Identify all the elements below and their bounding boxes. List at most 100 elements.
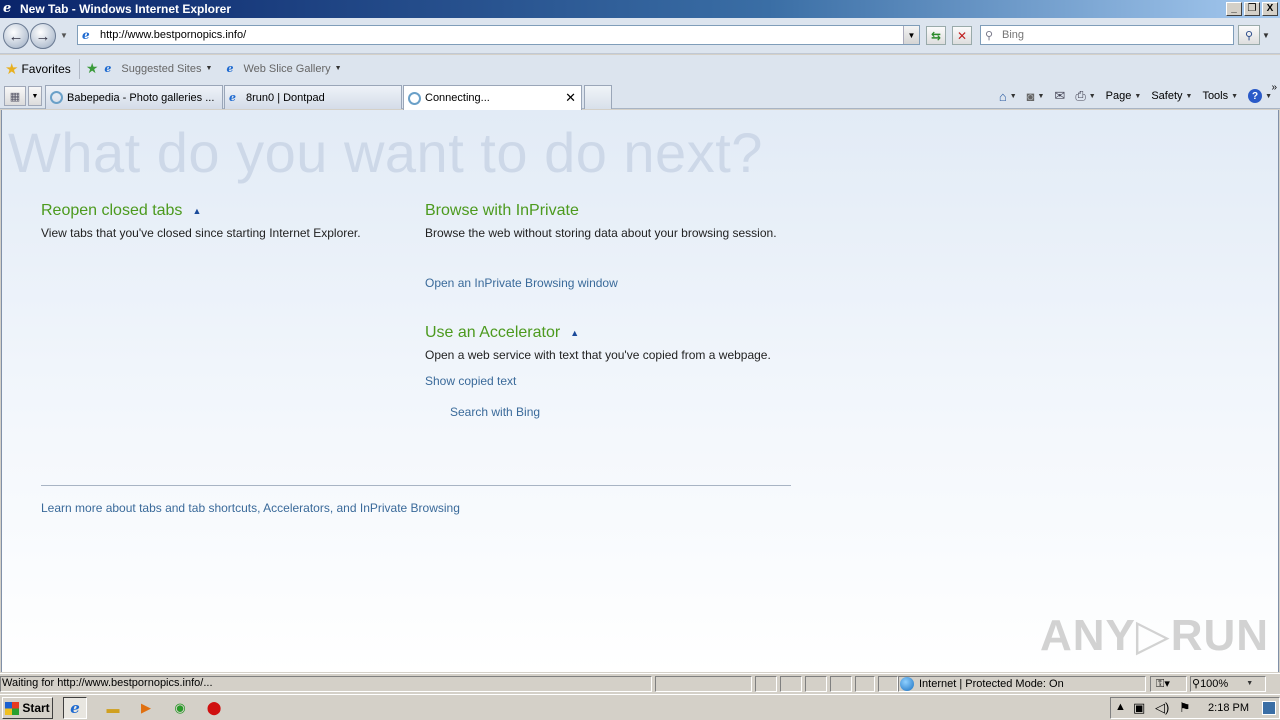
restore-button[interactable]: ❐	[1244, 2, 1260, 16]
inprivate-title-text: Browse with InPrivate	[425, 202, 579, 219]
use-accelerator-title: Use an Accelerator ▲	[425, 324, 579, 342]
open-inprivate-link[interactable]: Open an InPrivate Browsing window	[425, 276, 618, 290]
web-slice-gallery-icon: e	[226, 62, 234, 75]
new-tab-button[interactable]	[584, 85, 612, 109]
taskbar-explorer-icon[interactable]: ▬	[104, 699, 122, 717]
suggested-sites-link[interactable]: e Suggested Sites ▼	[104, 62, 212, 75]
collapse-accelerator-icon[interactable]: ▲	[570, 328, 579, 338]
safety-menu-label: Safety	[1151, 90, 1183, 102]
tools-menu[interactable]: Tools ▼	[1202, 90, 1238, 102]
address-input[interactable]	[100, 29, 903, 41]
tab-babepedia[interactable]: Babepedia - Photo galleries ...	[45, 85, 223, 109]
zoom-icon: ⚲	[1192, 678, 1201, 690]
reopen-description: View tabs that you've closed since start…	[41, 226, 361, 240]
taskbar-stop-icon[interactable]: ⬤	[205, 699, 223, 717]
page-menu-label: Page	[1105, 90, 1132, 102]
back-button[interactable]: ←	[3, 23, 29, 49]
page-menu[interactable]: Page ▼	[1106, 90, 1142, 102]
history-dropdown-icon[interactable]: ▼	[60, 31, 68, 40]
favorites-star-icon: ★	[5, 60, 19, 78]
stop-button[interactable]: ✕	[952, 26, 972, 45]
status-pane	[855, 676, 875, 692]
window-title: New Tab - Windows Internet Explorer	[20, 2, 232, 16]
tab-dontpad[interactable]: e 8run0 | Dontpad	[224, 85, 402, 109]
rss-feed-icon: ◙	[1026, 88, 1035, 104]
ie-logo-icon: e	[3, 1, 12, 16]
forward-button[interactable]: →	[30, 23, 56, 49]
home-button[interactable]: ⌂ ▼	[999, 89, 1017, 104]
protected-mode-icon[interactable]: ⚿▾	[1156, 677, 1170, 691]
show-hidden-icons-icon[interactable]: ▲	[1115, 701, 1126, 713]
favorites-separator	[78, 58, 80, 79]
help-dropdown-icon: ▼	[1265, 92, 1272, 100]
suggested-sites-label: Suggested Sites	[121, 62, 202, 75]
tab-bar: ▦ ▼ Babepedia - Photo galleries ... e 8r…	[0, 82, 1280, 110]
favorites-button[interactable]: ★ Favorites	[5, 60, 71, 78]
print-button[interactable]: ⎙ ▼	[1075, 88, 1095, 104]
status-pane	[830, 676, 852, 692]
status-pane	[755, 676, 777, 692]
close-tab-icon[interactable]: ✕	[565, 90, 576, 106]
tab-label: Babepedia - Photo galleries ...	[67, 91, 215, 104]
search-options-dropdown-icon[interactable]: ▼	[1262, 31, 1270, 40]
internet-globe-icon	[900, 677, 914, 691]
page-dropdown-icon: ▼	[1134, 92, 1142, 100]
tab-loading-icon	[408, 91, 421, 105]
feeds-dropdown-icon: ▼	[1037, 92, 1045, 100]
clock[interactable]: 2:18 PM	[1208, 702, 1249, 714]
page-ie-icon: e	[82, 28, 90, 42]
add-to-favorites-bar-icon[interactable]: ★	[86, 60, 99, 77]
quick-tabs-button[interactable]: ▦	[4, 86, 26, 106]
read-mail-button[interactable]: ✉	[1054, 88, 1065, 104]
learn-more-link[interactable]: Learn more about tabs and tab shortcuts,…	[41, 501, 460, 515]
refresh-button[interactable]: ⇆	[926, 26, 946, 45]
progress-pane	[655, 676, 752, 692]
accelerator-description: Open a web service with text that you've…	[425, 348, 771, 362]
title-bar: e New Tab - Windows Internet Explorer _ …	[0, 0, 1280, 18]
volume-icon[interactable]: ◁)	[1155, 700, 1169, 716]
printer-icon: ⎙	[1075, 88, 1086, 103]
chevron-more-icon[interactable]: »	[1271, 82, 1277, 93]
taskbar-media-player-icon[interactable]: ▶	[137, 699, 155, 717]
address-dropdown-icon[interactable]: ▼	[903, 26, 919, 44]
minimize-button[interactable]: _	[1226, 2, 1242, 16]
reopen-closed-tabs-title: Reopen closed tabs ▲	[41, 202, 201, 220]
show-copied-text-link[interactable]: Show copied text	[425, 374, 516, 388]
content-divider	[41, 485, 791, 486]
help-menu[interactable]: ? ▼	[1248, 89, 1272, 103]
taskbar-chrome-icon[interactable]: ◉	[171, 699, 189, 717]
accelerator-title-text: Use an Accelerator	[425, 324, 561, 341]
safety-menu[interactable]: Safety ▼	[1151, 90, 1192, 102]
browse-inprivate-title: Browse with InPrivate	[425, 202, 579, 220]
show-desktop-icon[interactable]	[1262, 701, 1276, 715]
taskbar-ie-icon[interactable]: e	[63, 697, 87, 719]
action-center-flag-icon[interactable]: ⚑	[1179, 700, 1191, 716]
anyrun-watermark: ANY▷RUN	[1040, 611, 1270, 660]
start-label: Start	[22, 701, 50, 715]
search-input[interactable]	[1002, 29, 1233, 41]
search-box[interactable]: ⚲	[980, 25, 1234, 45]
security-zone[interactable]: Internet | Protected Mode: On	[900, 677, 1064, 691]
close-window-button[interactable]: X	[1262, 2, 1278, 16]
network-icon[interactable]: ▣	[1133, 700, 1145, 716]
tab-list-dropdown-icon[interactable]: ▼	[28, 86, 42, 106]
tools-menu-label: Tools	[1202, 90, 1229, 102]
tab-loading-icon	[50, 91, 63, 104]
start-button[interactable]: Start	[2, 697, 53, 719]
taskbar: Start e ▬ ▶ ◉ ⬤ ▲ ▣ ◁) ⚑ 2:18 PM	[0, 694, 1280, 720]
status-text-pane	[0, 676, 652, 692]
system-tray: ▲ ▣ ◁) ⚑ 2:18 PM	[1110, 697, 1280, 719]
search-with-bing-link[interactable]: Search with Bing	[450, 405, 540, 419]
feeds-button[interactable]: ◙ ▼	[1027, 89, 1045, 104]
tab-connecting[interactable]: Connecting... ✕	[403, 85, 582, 110]
help-icon: ?	[1248, 89, 1263, 103]
page-heading: What do you want to do next?	[8, 121, 763, 184]
collapse-reopen-icon[interactable]: ▲	[192, 206, 201, 216]
address-bar[interactable]: e ▼	[77, 25, 920, 45]
tab-page-icon: e	[229, 91, 236, 104]
suggested-sites-dropdown-icon: ▼	[205, 65, 213, 72]
suggested-sites-icon: e	[104, 62, 112, 75]
zoom-level[interactable]: ⚲ 100% ▼	[1192, 677, 1253, 691]
search-button[interactable]: ⚲	[1238, 25, 1260, 45]
web-slice-gallery-link[interactable]: e Web Slice Gallery ▼	[226, 62, 341, 75]
